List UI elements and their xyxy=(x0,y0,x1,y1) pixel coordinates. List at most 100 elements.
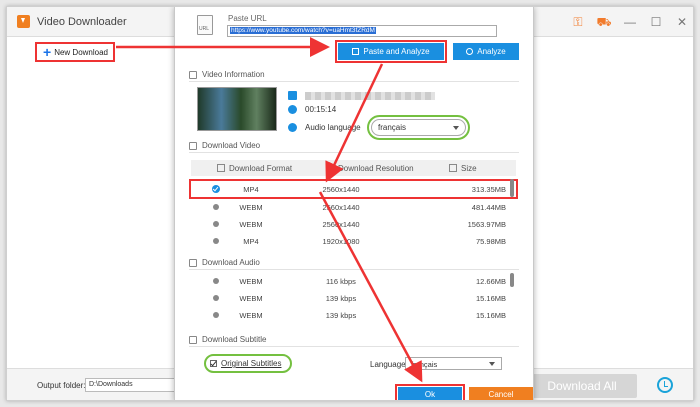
subtitle-language-value: français xyxy=(411,360,438,369)
video-info-header: Video Information xyxy=(189,70,265,79)
language-label: Language xyxy=(370,360,406,369)
row-resolution: 1920x1080 xyxy=(322,236,360,246)
app-logo-icon xyxy=(17,15,30,28)
download-subtitle-label: Download Subtitle xyxy=(202,335,267,344)
download-audio-header: Download Audio xyxy=(189,258,260,267)
key-icon[interactable]: ⚿ xyxy=(565,7,591,37)
row-size: 1563.97MB xyxy=(467,219,506,229)
divider xyxy=(189,269,519,270)
clipboard-icon xyxy=(352,48,360,55)
video-row[interactable]: MP4 1920x1080 75.98MB xyxy=(191,233,516,249)
row-format: WEBM xyxy=(239,202,263,212)
chevron-down-icon xyxy=(489,362,495,366)
info-icon xyxy=(189,70,197,79)
analyze-button[interactable]: Analyze xyxy=(453,43,519,60)
row-size: 481.44MB xyxy=(471,202,506,212)
maximize-button[interactable]: ☐ xyxy=(643,7,669,37)
music-note-icon xyxy=(189,258,197,267)
original-subtitles-checkbox[interactable]: Original Subtitles xyxy=(204,354,292,373)
row-bitrate: 139 kbps xyxy=(325,310,357,320)
output-folder-input[interactable]: D:\Downloads xyxy=(85,378,175,392)
window-controls: ⚿ ⛟ — ☐ ✕ xyxy=(565,7,693,37)
format-column-header: Download Format xyxy=(217,164,292,173)
cc-icon xyxy=(189,335,197,344)
radio-selected[interactable] xyxy=(212,185,220,193)
checkbox-checked-icon[interactable] xyxy=(210,360,217,367)
resolution-icon xyxy=(326,164,334,172)
row-format: WEBM xyxy=(239,293,263,303)
audio-scrollbar[interactable] xyxy=(510,273,514,287)
audio-language-select[interactable]: français xyxy=(367,115,470,140)
minimize-button[interactable]: — xyxy=(617,7,643,37)
divider xyxy=(189,81,519,82)
divider xyxy=(189,346,519,347)
new-download-button[interactable]: + New Download xyxy=(35,42,115,62)
plus-icon: + xyxy=(43,44,52,60)
chevron-down-icon xyxy=(453,126,459,130)
audio-language-label: Audio language xyxy=(305,123,361,132)
format-column-label: Download Format xyxy=(229,163,293,173)
video-info-label: Video Information xyxy=(202,70,265,79)
video-row[interactable]: MP4 2560x1440 313.35MB xyxy=(189,179,518,199)
output-folder-label: Output folder: xyxy=(37,381,86,390)
radio[interactable] xyxy=(213,278,219,284)
audio-icon xyxy=(288,123,297,132)
app-window: Video Downloader ⚿ ⛟ — ☐ ✕ + New Downloa… xyxy=(6,6,694,401)
paste-url-label: Paste URL xyxy=(228,14,267,23)
radio[interactable] xyxy=(213,238,219,244)
cart-icon[interactable]: ⛟ xyxy=(591,7,617,37)
row-resolution: 2560x1440 xyxy=(322,219,360,229)
row-format: WEBM xyxy=(239,276,263,286)
size-column-label: Size xyxy=(461,163,477,173)
row-size: 313.35MB xyxy=(471,184,506,194)
radio[interactable] xyxy=(213,204,219,210)
paste-and-analyze-button[interactable]: Paste and Analyze xyxy=(335,40,447,63)
audio-row[interactable]: WEBM 139 kbps 15.16MB xyxy=(191,307,516,323)
subtitle-language-select[interactable]: français xyxy=(405,357,502,370)
alarm-clock-icon[interactable] xyxy=(657,377,673,393)
format-icon xyxy=(217,164,225,172)
analyze-label: Analyze xyxy=(477,47,506,56)
ok-button[interactable]: Ok xyxy=(395,384,465,400)
video-scrollbar[interactable] xyxy=(510,179,514,197)
radio[interactable] xyxy=(213,295,219,301)
cancel-button[interactable]: Cancel xyxy=(469,387,533,400)
row-size: 75.98MB xyxy=(475,236,506,246)
audio-row[interactable]: WEBM 116 kbps 12.66MB xyxy=(191,273,516,289)
download-video-header: Download Video xyxy=(189,141,260,150)
play-icon xyxy=(288,105,297,114)
video-row[interactable]: WEBM 2560x1440 1563.97MB xyxy=(191,216,516,232)
row-resolution: 2560x1440 xyxy=(322,184,360,194)
original-subtitles-label: Original Subtitles xyxy=(221,359,282,368)
video-duration: 00:15:14 xyxy=(305,105,337,114)
row-format: WEBM xyxy=(239,310,263,320)
row-bitrate: 116 kbps xyxy=(326,276,356,286)
audio-language-value: français xyxy=(378,123,407,132)
row-resolution: 2560x1440 xyxy=(322,202,360,212)
url-value: https://www.youtube.com/watch?v=uaHmt3fZ… xyxy=(230,27,376,34)
download-video-label: Download Video xyxy=(202,141,261,150)
row-size: 12.66MB xyxy=(475,276,506,286)
download-all-button[interactable]: Download All xyxy=(527,374,637,398)
new-download-label: New Download xyxy=(54,47,108,57)
row-size: 15.16MB xyxy=(475,310,506,320)
row-format: WEBM xyxy=(239,219,263,229)
size-icon xyxy=(449,164,457,172)
radio[interactable] xyxy=(213,221,219,227)
row-bitrate: 139 kbps xyxy=(325,293,357,303)
title-icon xyxy=(288,91,297,100)
url-icon-text: URL xyxy=(199,26,210,32)
audio-row[interactable]: WEBM 139 kbps 15.16MB xyxy=(191,290,516,306)
video-table-header: Download Format Download Resolution Size xyxy=(191,160,516,176)
close-button[interactable]: ✕ xyxy=(669,7,693,37)
download-audio-label: Download Audio xyxy=(202,258,260,267)
video-row[interactable]: WEBM 2560x1440 481.44MB xyxy=(191,199,516,215)
radio[interactable] xyxy=(213,312,219,318)
search-icon xyxy=(466,48,474,55)
video-icon xyxy=(189,141,197,150)
row-size: 15.16MB xyxy=(475,293,506,303)
video-title-blurred xyxy=(305,92,435,100)
paste-and-analyze-label: Paste and Analyze xyxy=(363,47,430,56)
url-input[interactable]: https://www.youtube.com/watch?v=uaHmt3fZ… xyxy=(227,25,497,37)
download-dialog: URL Paste URL https://www.youtube.com/wa… xyxy=(174,7,534,400)
